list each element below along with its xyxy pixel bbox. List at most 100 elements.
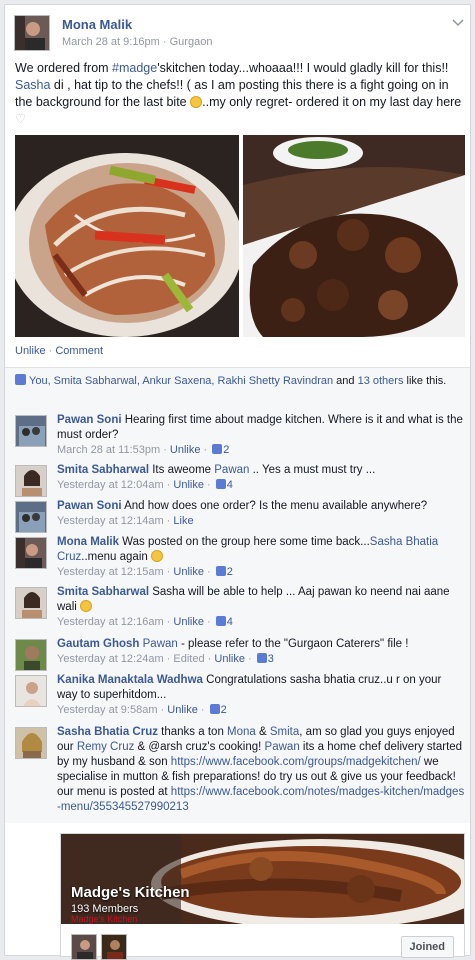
comment-like-count[interactable]: 2 xyxy=(227,566,233,578)
comment-time[interactable]: March 28 at 11:53pm xyxy=(57,444,160,456)
mention-link[interactable]: Pawan xyxy=(265,741,300,753)
comment-text: & @arsh cruz's cooking! xyxy=(134,741,265,753)
chevron-down-icon[interactable] xyxy=(452,16,464,30)
unlike-link[interactable]: Unlike xyxy=(167,704,198,716)
post-location[interactable]: Gurgaon xyxy=(170,36,213,48)
comment-item: Smita Sabharwal Sasha will be able to he… xyxy=(15,585,465,629)
likes-others-link[interactable]: 13 others xyxy=(358,375,404,387)
comment-text: And how does one order? Is the menu avai… xyxy=(121,500,428,512)
smiley-icon xyxy=(190,96,203,108)
comment-text: ..menu again xyxy=(81,551,151,563)
smiley-icon xyxy=(150,550,163,562)
post-text-part: ..my only regret- ordered it on my last … xyxy=(202,95,462,109)
comment-item: Pawan Soni And how does one order? Is th… xyxy=(15,499,465,533)
comment-time[interactable]: Yesterday at 12:14am xyxy=(57,515,164,527)
member-avatar[interactable] xyxy=(101,934,127,960)
unlike-link[interactable]: Unlike xyxy=(15,345,46,357)
comment-item: Sasha Bhatia Cruz thanks a ton Mona & Sm… xyxy=(15,725,465,825)
commenter-name[interactable]: Pawan Soni xyxy=(57,414,122,426)
unlike-link[interactable]: Unlike xyxy=(170,444,201,456)
mention-link[interactable]: Mona xyxy=(227,726,256,738)
unlike-link[interactable]: Unlike xyxy=(173,479,204,491)
unlike-link[interactable]: Unlike xyxy=(214,653,245,665)
heart-icon: ♡ xyxy=(15,112,27,126)
action-separator: · xyxy=(45,345,56,357)
commenter-avatar[interactable] xyxy=(15,537,47,569)
commenter-avatar[interactable] xyxy=(15,465,47,497)
mention-link[interactable]: Remy Cruz xyxy=(77,741,135,753)
thumbs-up-icon xyxy=(215,616,226,626)
author-avatar[interactable] xyxy=(14,15,50,51)
comment-time[interactable]: Yesterday at 12:15am xyxy=(57,566,164,578)
group-preview-card[interactable]: Madge's Kitchen 193 Members Madge's Kitc… xyxy=(60,833,465,960)
commenter-name[interactable]: Pawan Soni xyxy=(57,500,122,512)
commenter-name[interactable]: Kanika Manaktala Wadhwa xyxy=(57,674,203,686)
comment-like-count[interactable]: 3 xyxy=(268,653,274,665)
thumbs-up-icon xyxy=(215,479,226,489)
food-photo-mutton[interactable] xyxy=(243,135,465,337)
comment-item: Pawan Soni Hearing first time about madg… xyxy=(15,413,465,457)
post-timestamp[interactable]: March 28 at 9:16pm xyxy=(62,36,160,48)
commenter-avatar[interactable] xyxy=(15,639,47,671)
commenter-avatar[interactable] xyxy=(15,727,47,759)
comment-like-count[interactable]: 4 xyxy=(227,616,233,628)
hashtag-link[interactable]: #madge xyxy=(112,61,157,75)
meta-separator: · xyxy=(159,36,170,48)
group-cover-watermark: Madge's Kitchen xyxy=(71,914,138,924)
edited-label[interactable]: Edited xyxy=(173,653,204,665)
commenter-avatar[interactable] xyxy=(15,587,47,619)
comment-time[interactable]: Yesterday at 12:16am xyxy=(57,616,164,628)
likes-and: and xyxy=(333,375,358,387)
group-cover-photo[interactable]: Madge's Kitchen 193 Members Madge's Kitc… xyxy=(61,834,464,924)
post-card: Mona Malik March 28 at 9:16pm · Gurgaon … xyxy=(4,4,471,960)
comment-item: Smita Sabharwal Its aweome Pawan .. Yes … xyxy=(15,463,465,497)
unlike-link[interactable]: Unlike xyxy=(173,616,204,628)
commenter-avatar[interactable] xyxy=(15,415,47,447)
comment-link[interactable]: Comment xyxy=(55,345,103,357)
thumbs-up-icon xyxy=(256,653,267,663)
comment-like-count[interactable]: 2 xyxy=(223,444,229,456)
joined-button[interactable]: Joined xyxy=(400,936,454,958)
url-link[interactable]: https://www.facebook.com/groups/madgekit… xyxy=(171,756,421,768)
group-title[interactable]: Madge's Kitchen xyxy=(71,884,190,901)
likes-tail: like this. xyxy=(403,375,447,387)
smiley-icon xyxy=(80,600,93,612)
mention-link[interactable]: Pawan xyxy=(139,638,178,650)
commenter-name[interactable]: Sasha Bhatia Cruz xyxy=(57,726,158,738)
likes-summary: You, Smita Sabharwal, Ankur Saxena, Rakh… xyxy=(5,367,470,403)
unlike-link[interactable]: Unlike xyxy=(173,566,204,578)
mention-link[interactable]: Sasha xyxy=(15,78,50,92)
commenter-name[interactable]: Smita Sabharwal xyxy=(57,586,149,598)
commenter-name[interactable]: Smita Sabharwal xyxy=(57,464,149,476)
comment-text: Its aweome xyxy=(149,464,215,476)
post-photos xyxy=(15,135,465,337)
thumbs-up-icon xyxy=(212,444,223,454)
commenter-avatar[interactable] xyxy=(15,501,47,533)
post-header: Mona Malik March 28 at 9:16pm · Gurgaon xyxy=(14,13,464,53)
food-photo-noodles[interactable] xyxy=(15,135,239,337)
commenter-name[interactable]: Mona Malik xyxy=(57,536,119,548)
commenter-name[interactable]: Gautam Ghosh xyxy=(57,638,139,650)
thumbs-up-icon xyxy=(15,374,26,385)
commenter-avatar[interactable] xyxy=(15,675,47,707)
likers-names[interactable]: You, Smita Sabharwal, Ankur Saxena, Rakh… xyxy=(29,375,333,387)
comment-item: Kanika Manaktala Wadhwa Congratulations … xyxy=(15,673,465,717)
post-meta: March 28 at 9:16pm · Gurgaon xyxy=(62,36,212,48)
comment-like-count[interactable]: 4 xyxy=(227,479,233,491)
comment-like-count[interactable]: 2 xyxy=(221,704,227,716)
post-text-part: We ordered from xyxy=(15,61,113,75)
comment-time[interactable]: Yesterday at 9:58am xyxy=(57,704,158,716)
like-link[interactable]: Like xyxy=(173,515,193,527)
comment-text: & xyxy=(255,726,270,738)
mention-link[interactable]: Pawan xyxy=(214,464,249,476)
author-name[interactable]: Mona Malik xyxy=(62,17,132,32)
post-text-part: 'skitchen today...whoaaa!!! I would glad… xyxy=(157,61,449,75)
post-text: We ordered from #madge'skitchen today...… xyxy=(15,60,465,128)
mention-link[interactable]: Smita xyxy=(270,726,299,738)
comment-item: Mona Malik Was posted on the group here … xyxy=(15,535,465,579)
comment-text: thanks a ton xyxy=(157,726,228,738)
thumbs-up-icon xyxy=(215,566,226,576)
member-avatar[interactable] xyxy=(71,934,97,960)
comment-time[interactable]: Yesterday at 12:24am xyxy=(57,653,164,665)
comment-time[interactable]: Yesterday at 12:04am xyxy=(57,479,164,491)
